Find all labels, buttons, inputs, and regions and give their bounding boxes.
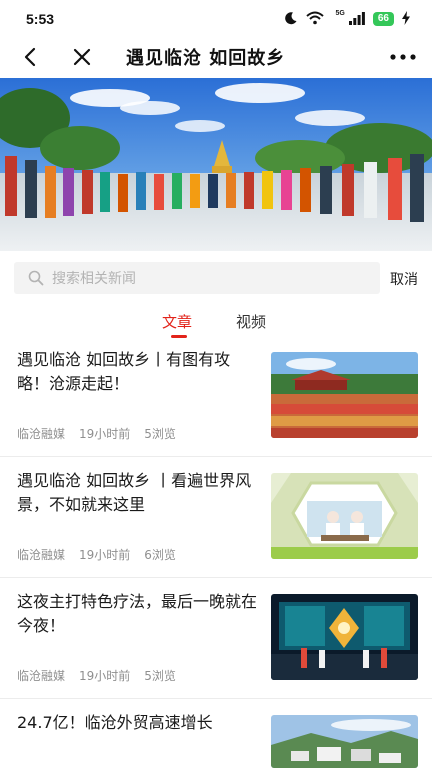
news-time: 19小时前 [79, 427, 131, 441]
news-source: 临沧融媒 [17, 548, 66, 562]
wifi-icon [305, 10, 324, 29]
divider [0, 698, 432, 699]
news-source: 临沧融媒 [17, 427, 66, 441]
search-input[interactable]: 搜索相关新闻 [14, 262, 380, 294]
news-title: 遇见临沧 如回故乡丨有图有攻略！沧源走起！ [17, 350, 231, 393]
search-placeholder: 搜索相关新闻 [52, 271, 136, 287]
tab-indicator [171, 335, 187, 338]
close-button[interactable] [68, 42, 96, 72]
status-time: 5:53 [26, 11, 55, 27]
signal-icon [348, 10, 365, 29]
tab-videos[interactable]: 视频 [236, 311, 266, 332]
news-time: 19小时前 [79, 669, 131, 683]
news-item[interactable]: 24.7亿！临沧外贸高速增长 [0, 711, 432, 768]
news-thumbnail [271, 594, 418, 680]
network-type: 5G [335, 9, 345, 17]
search-icon [28, 270, 44, 286]
news-views: 6浏览 [144, 548, 176, 562]
charging-icon [402, 10, 410, 29]
news-thumbnail [271, 473, 418, 559]
tab-articles[interactable]: 文章 [162, 311, 192, 332]
news-title: 遇见临沧 如回故乡 丨看遍世界风景，不如就来这里 [17, 471, 252, 514]
battery-icon: 66 [372, 12, 394, 26]
news-title: 24.7亿！临沧外贸高速增长 [17, 713, 213, 732]
back-button[interactable] [16, 42, 44, 72]
more-dots-icon [390, 54, 416, 60]
news-meta: 临沧融媒 19小时前 5浏览 [17, 425, 176, 442]
status-icons: 5G 66 [284, 10, 410, 29]
news-thumbnail [271, 352, 418, 438]
news-meta: 临沧融媒 19小时前 5浏览 [17, 667, 176, 684]
news-views: 5浏览 [144, 669, 176, 683]
title-bar: 遇见临沧 如回故乡 [0, 38, 432, 76]
cancel-button[interactable]: 取消 [390, 269, 418, 289]
page-title: 遇见临沧 如回故乡 [126, 48, 286, 69]
news-thumbnail [271, 715, 418, 768]
status-bar: 5:53 5G 66 [0, 0, 432, 38]
news-source: 临沧融媒 [17, 669, 66, 683]
chevron-left-icon [24, 47, 36, 67]
divider [0, 456, 432, 457]
more-button[interactable] [388, 42, 418, 72]
news-views: 5浏览 [144, 427, 176, 441]
divider [0, 577, 432, 578]
moon-icon [284, 10, 298, 29]
hero-banner[interactable] [0, 78, 432, 251]
news-meta: 临沧融媒 19小时前 6浏览 [17, 546, 176, 563]
news-item[interactable]: 遇见临沧 如回故乡丨有图有攻略！沧源走起！ 临沧融媒 19小时前 5浏览 [0, 348, 432, 468]
news-title: 这夜主打特色疗法，最后一晚就在今夜！ [17, 592, 258, 635]
news-item[interactable]: 这夜主打特色疗法，最后一晚就在今夜！ 临沧融媒 19小时前 5浏览 [0, 590, 432, 710]
news-time: 19小时前 [79, 548, 131, 562]
close-icon [73, 48, 91, 66]
news-item[interactable]: 遇见临沧 如回故乡 丨看遍世界风景，不如就来这里 临沧融媒 19小时前 6浏览 [0, 469, 432, 589]
hero-image [0, 78, 432, 251]
